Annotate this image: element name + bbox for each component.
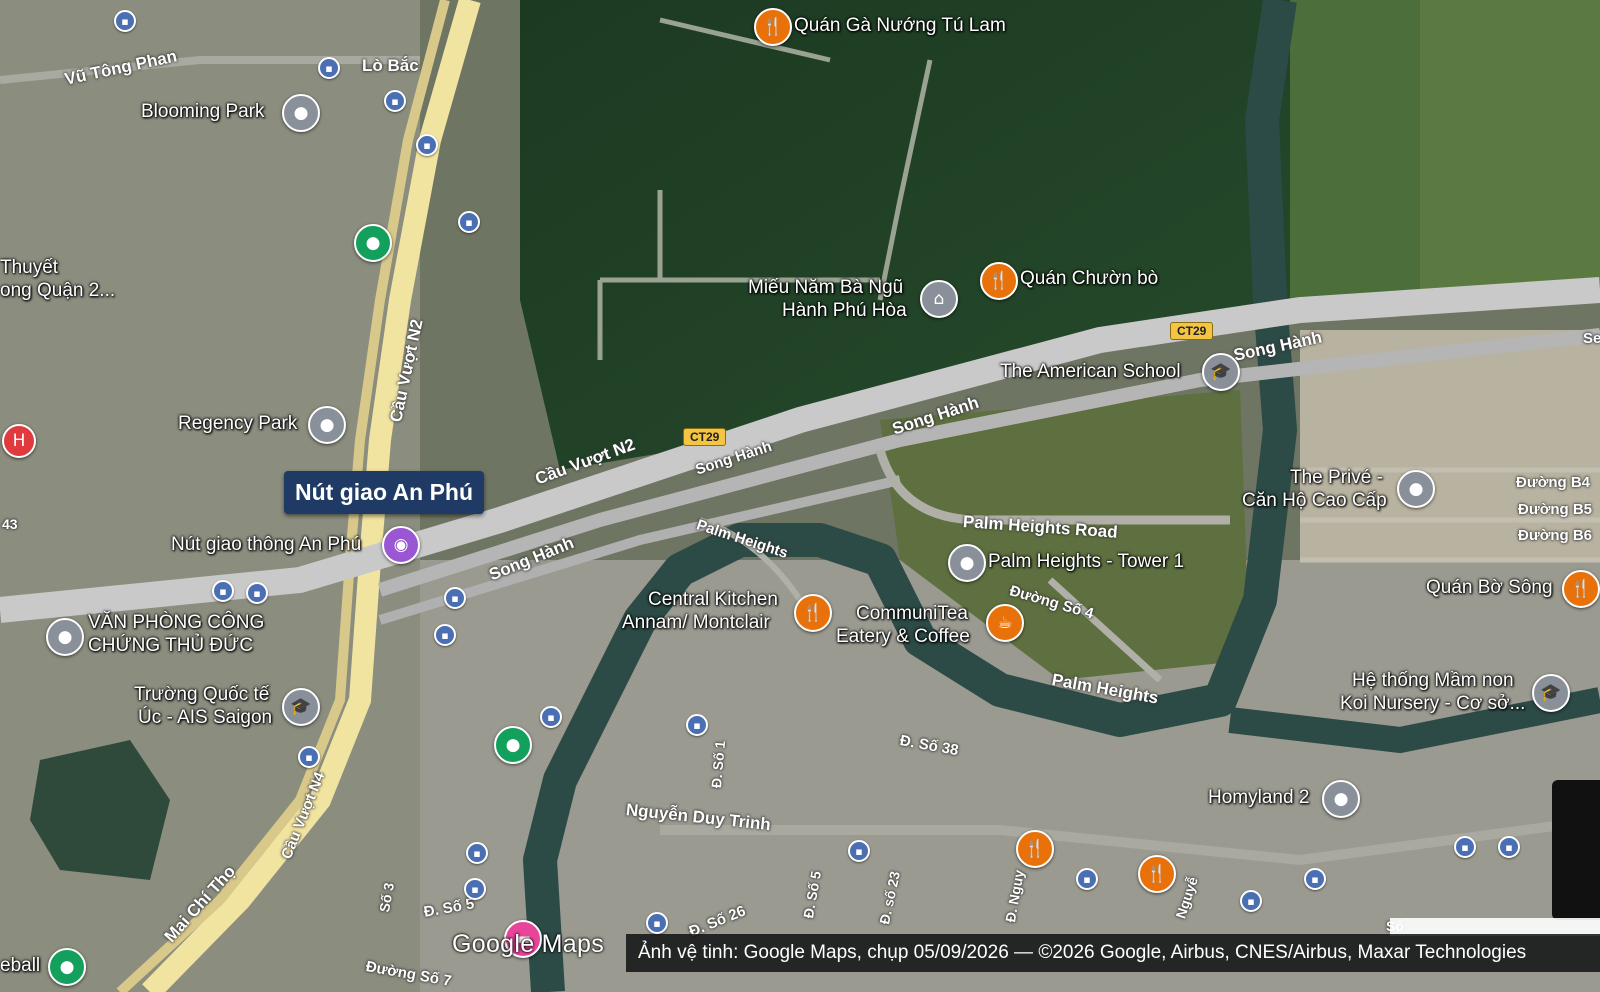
place-label-quan-chuon-bo[interactable]: Quán Chườn bò (1020, 268, 1158, 290)
road-label-lo-bac: Lò Bắc (362, 56, 419, 75)
park-pin-icon[interactable]: ● (354, 224, 392, 262)
place-label-van-phong-2[interactable]: CHỨNG THỦ ĐỨC (88, 635, 253, 657)
bus-stop-icon[interactable]: ▪ (384, 90, 406, 112)
image-caption: Ảnh vệ tinh: Google Maps, chụp 05/09/202… (626, 934, 1600, 972)
bus-stop-icon[interactable]: ▪ (848, 840, 870, 862)
place-icon[interactable]: ● (1322, 780, 1360, 818)
road-label-duong-b4: Đường B4 (1516, 474, 1591, 491)
restaurant-icon[interactable]: 🍴 (1016, 830, 1054, 868)
map-controls[interactable] (1552, 780, 1600, 920)
place-label-thuyet-2: ong Quận 2... (0, 280, 116, 301)
restaurant-icon[interactable]: 🍴 (1138, 855, 1176, 893)
place-icon[interactable]: ● (308, 406, 346, 444)
school-icon[interactable]: 🎓 (1532, 674, 1570, 712)
ct29-shield: CT29 (683, 428, 727, 446)
place-label-ais-1[interactable]: Trường Quốc tế (134, 684, 269, 706)
school-icon[interactable]: 🎓 (1202, 353, 1240, 391)
restaurant-icon[interactable]: 🍴 (794, 594, 832, 632)
place-label-koi-nursery-1[interactable]: Hệ thống Mầm non (1352, 670, 1514, 692)
google-maps-wordmark: Google Maps (452, 930, 604, 958)
bus-stop-icon[interactable]: ▪ (466, 842, 488, 864)
road-label-duong-b5: Đường B5 (1518, 501, 1593, 518)
bus-stop-icon[interactable]: ▪ (1454, 836, 1476, 858)
place-icon[interactable]: ● (46, 618, 84, 656)
bus-stop-icon[interactable]: ▪ (114, 10, 136, 32)
place-label-central-kitchen-2[interactable]: Annam/ Montclair (622, 612, 770, 634)
park-pin-icon[interactable]: ● (494, 726, 532, 764)
place-label-central-kitchen-1[interactable]: Central Kitchen (648, 589, 778, 611)
restaurant-icon[interactable]: 🍴 (754, 8, 792, 46)
hospital-icon[interactable]: H (2, 424, 36, 458)
restaurant-icon[interactable]: 🍴 (1562, 570, 1600, 608)
place-label-communitea-1[interactable]: CommuniTea (856, 603, 968, 625)
place-icon[interactable]: ● (1397, 470, 1435, 508)
place-label-quan-ga-nuong[interactable]: Quán Gà Nướng Tú Lam (794, 15, 1006, 37)
place-label-koi-nursery-2[interactable]: Koi Nursery - Cơ sở... (1340, 693, 1525, 715)
park-pin-icon[interactable]: ● (48, 948, 86, 986)
road-label-43: 43 (2, 516, 18, 532)
place-label-quan-bo-song[interactable]: Quán Bờ Sông (1426, 577, 1553, 599)
place-label-palm-heights-tower[interactable]: Palm Heights - Tower 1 (988, 551, 1184, 573)
bus-stop-icon[interactable]: ▪ (318, 57, 340, 79)
place-label-thuyet-1: Thuyết (0, 257, 59, 278)
place-label-the-prive-2[interactable]: Căn Hộ Cao Cấp (1242, 490, 1387, 512)
bus-stop-icon[interactable]: ▪ (1240, 890, 1262, 912)
place-label-nut-giao-thong-an-phu[interactable]: Nút giao thông An Phú (171, 534, 361, 556)
place-label-van-phong-1[interactable]: VĂN PHÒNG CÔNG (88, 612, 264, 634)
camera-icon[interactable]: ◉ (382, 526, 420, 564)
place-label-blooming-park[interactable]: Blooming Park (141, 101, 265, 123)
place-label-mieu-nam-ba-1[interactable]: Miếu Năm Bà Ngũ (748, 277, 903, 299)
bus-stop-icon[interactable]: ▪ (540, 706, 562, 728)
school-icon[interactable]: 🎓 (282, 688, 320, 726)
bus-stop-icon[interactable]: ▪ (464, 878, 486, 900)
bus-stop-icon[interactable]: ▪ (1304, 868, 1326, 890)
bus-stop-icon[interactable]: ▪ (1498, 836, 1520, 858)
place-icon[interactable]: ● (282, 94, 320, 132)
place-label-the-prive-1[interactable]: The Privé - (1290, 467, 1383, 489)
bus-stop-icon[interactable]: ▪ (646, 912, 668, 934)
bus-stop-icon[interactable]: ▪ (298, 746, 320, 768)
place-label-regency-park[interactable]: Regency Park (178, 413, 297, 435)
selected-place-callout[interactable]: Nút giao An Phú (284, 471, 485, 514)
restaurant-icon[interactable]: 🍴 (980, 262, 1018, 300)
temple-icon[interactable]: ⌂ (920, 280, 958, 318)
coffee-icon[interactable]: ☕ (986, 604, 1024, 642)
place-label-homyland-2[interactable]: Homyland 2 (1208, 787, 1309, 809)
bus-stop-icon[interactable]: ▪ (212, 580, 234, 602)
place-label-mieu-nam-ba-2[interactable]: Hành Phú Hòa (782, 300, 907, 322)
bus-stop-icon[interactable]: ▪ (246, 582, 268, 604)
bus-stop-icon[interactable]: ▪ (1076, 868, 1098, 890)
road-label-se: Se (1583, 330, 1600, 347)
bus-stop-icon[interactable]: ▪ (458, 211, 480, 233)
bus-stop-icon[interactable]: ▪ (416, 134, 438, 156)
bus-stop-icon[interactable]: ▪ (686, 714, 708, 736)
place-icon[interactable]: ● (948, 544, 986, 582)
road-label-duong-b6: Đường B6 (1518, 527, 1593, 544)
ct29-shield: CT29 (1170, 322, 1214, 340)
bus-stop-icon[interactable]: ▪ (444, 587, 466, 609)
place-label-ais-2[interactable]: Úc - AIS Saigon (138, 707, 272, 729)
place-label-american-school[interactable]: The American School (1000, 361, 1181, 383)
place-label-communitea-2[interactable]: Eatery & Coffee (836, 626, 970, 648)
bus-stop-icon[interactable]: ▪ (434, 624, 456, 646)
place-label-eball: eball (0, 955, 41, 976)
